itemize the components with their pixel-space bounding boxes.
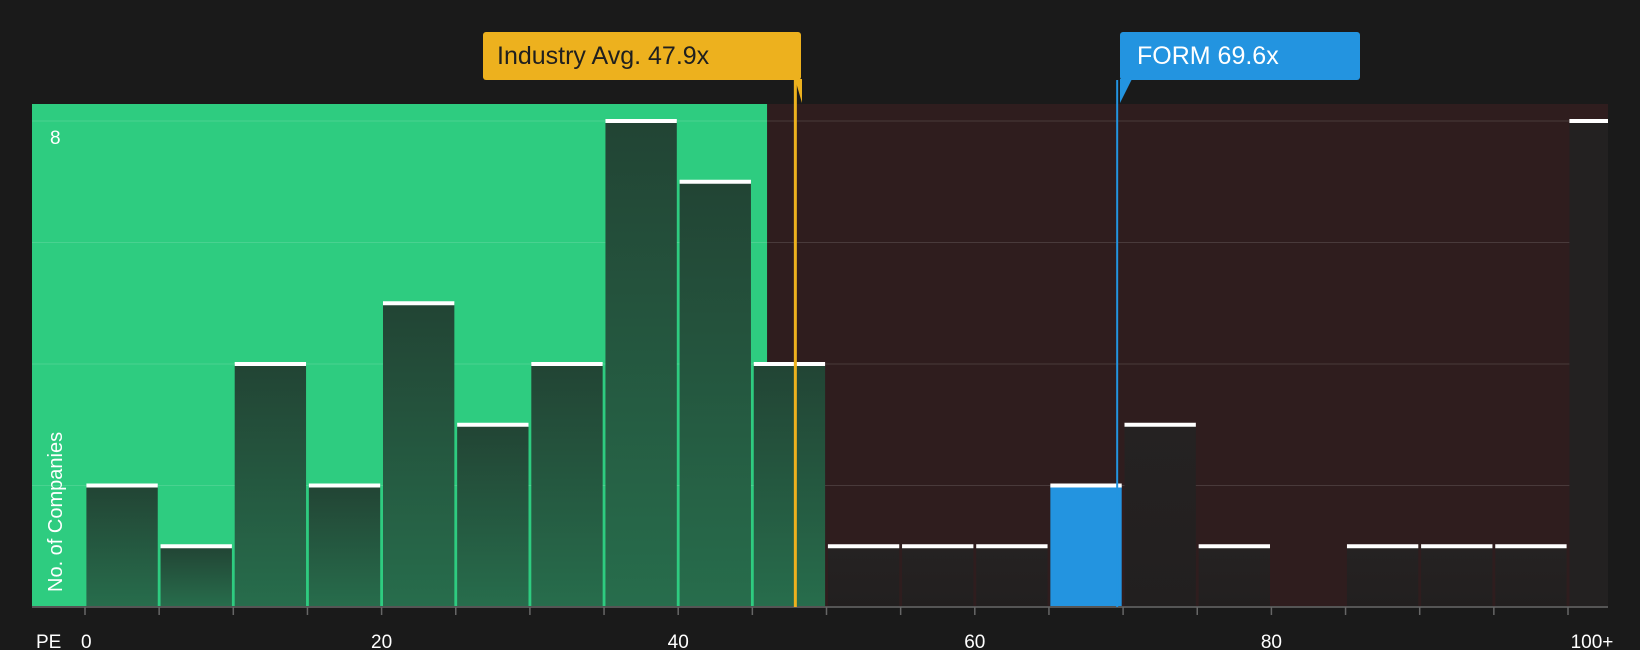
- histogram-bar: [308, 485, 381, 607]
- histogram-bar: [531, 364, 603, 607]
- histogram-bar: [679, 181, 751, 607]
- bar-cap: [383, 301, 455, 306]
- histogram-bar: [1124, 424, 1196, 607]
- industry-avg-pointer: [795, 79, 802, 103]
- form-pe-label: FORM 69.6x: [1120, 32, 1360, 80]
- x-tick-label: 0: [81, 632, 92, 650]
- pe-distribution-chart: 0 20 40 60 80 100+ PE No. of Companies 8: [0, 0, 1640, 650]
- bar-cap: [86, 483, 158, 488]
- histogram-bar: [1421, 546, 1493, 607]
- bar-cap: [1198, 544, 1270, 549]
- bar-cap: [457, 422, 529, 427]
- bar-cap: [160, 544, 232, 549]
- bar-cap: [531, 362, 603, 366]
- bar-cap: [1421, 544, 1493, 549]
- bar-cap: [234, 362, 307, 366]
- bar-cap: [1569, 119, 1608, 123]
- histogram-bar: [976, 546, 1048, 607]
- bar-cap: [1495, 544, 1567, 549]
- bar-cap: [679, 179, 751, 184]
- y-axis-label: No. of Companies: [45, 432, 67, 592]
- histogram-bar: [1495, 546, 1567, 607]
- histogram-bar: [1050, 485, 1122, 607]
- bar-cap: [827, 544, 900, 549]
- histogram-bar: [1569, 121, 1608, 607]
- bar-cap: [605, 119, 677, 123]
- x-tick-label: 60: [964, 632, 985, 650]
- histogram-bar: [605, 121, 677, 607]
- histogram-bar: [383, 303, 455, 607]
- bar-cap: [1124, 422, 1196, 427]
- histogram-bar: [160, 546, 232, 607]
- x-tick-label: 100+: [1571, 632, 1614, 650]
- histogram-bar: [1198, 546, 1270, 607]
- bar-cap: [976, 544, 1048, 549]
- industry-avg-label: Industry Avg. 47.9x: [483, 32, 801, 80]
- bar-cap: [753, 362, 826, 366]
- histogram-bar: [902, 546, 974, 607]
- histogram-bar: [86, 485, 158, 607]
- bar-cap: [308, 483, 381, 488]
- histogram-bar: [1346, 546, 1419, 607]
- x-tick-label: 40: [668, 632, 689, 650]
- bar-cap: [1050, 483, 1122, 488]
- histogram-bar: [234, 364, 307, 607]
- histogram-bar: [827, 546, 900, 607]
- x-tick-label: 20: [371, 632, 392, 650]
- x-axis-label: PE: [36, 632, 61, 650]
- form-pointer: [1120, 79, 1132, 103]
- bar-cap: [1346, 544, 1419, 549]
- bar-cap: [902, 544, 974, 549]
- histogram-bar: [457, 424, 529, 607]
- histogram-bar: [753, 364, 826, 607]
- y-tick-label-top: 8: [50, 128, 61, 149]
- x-tick-label: 80: [1261, 632, 1282, 650]
